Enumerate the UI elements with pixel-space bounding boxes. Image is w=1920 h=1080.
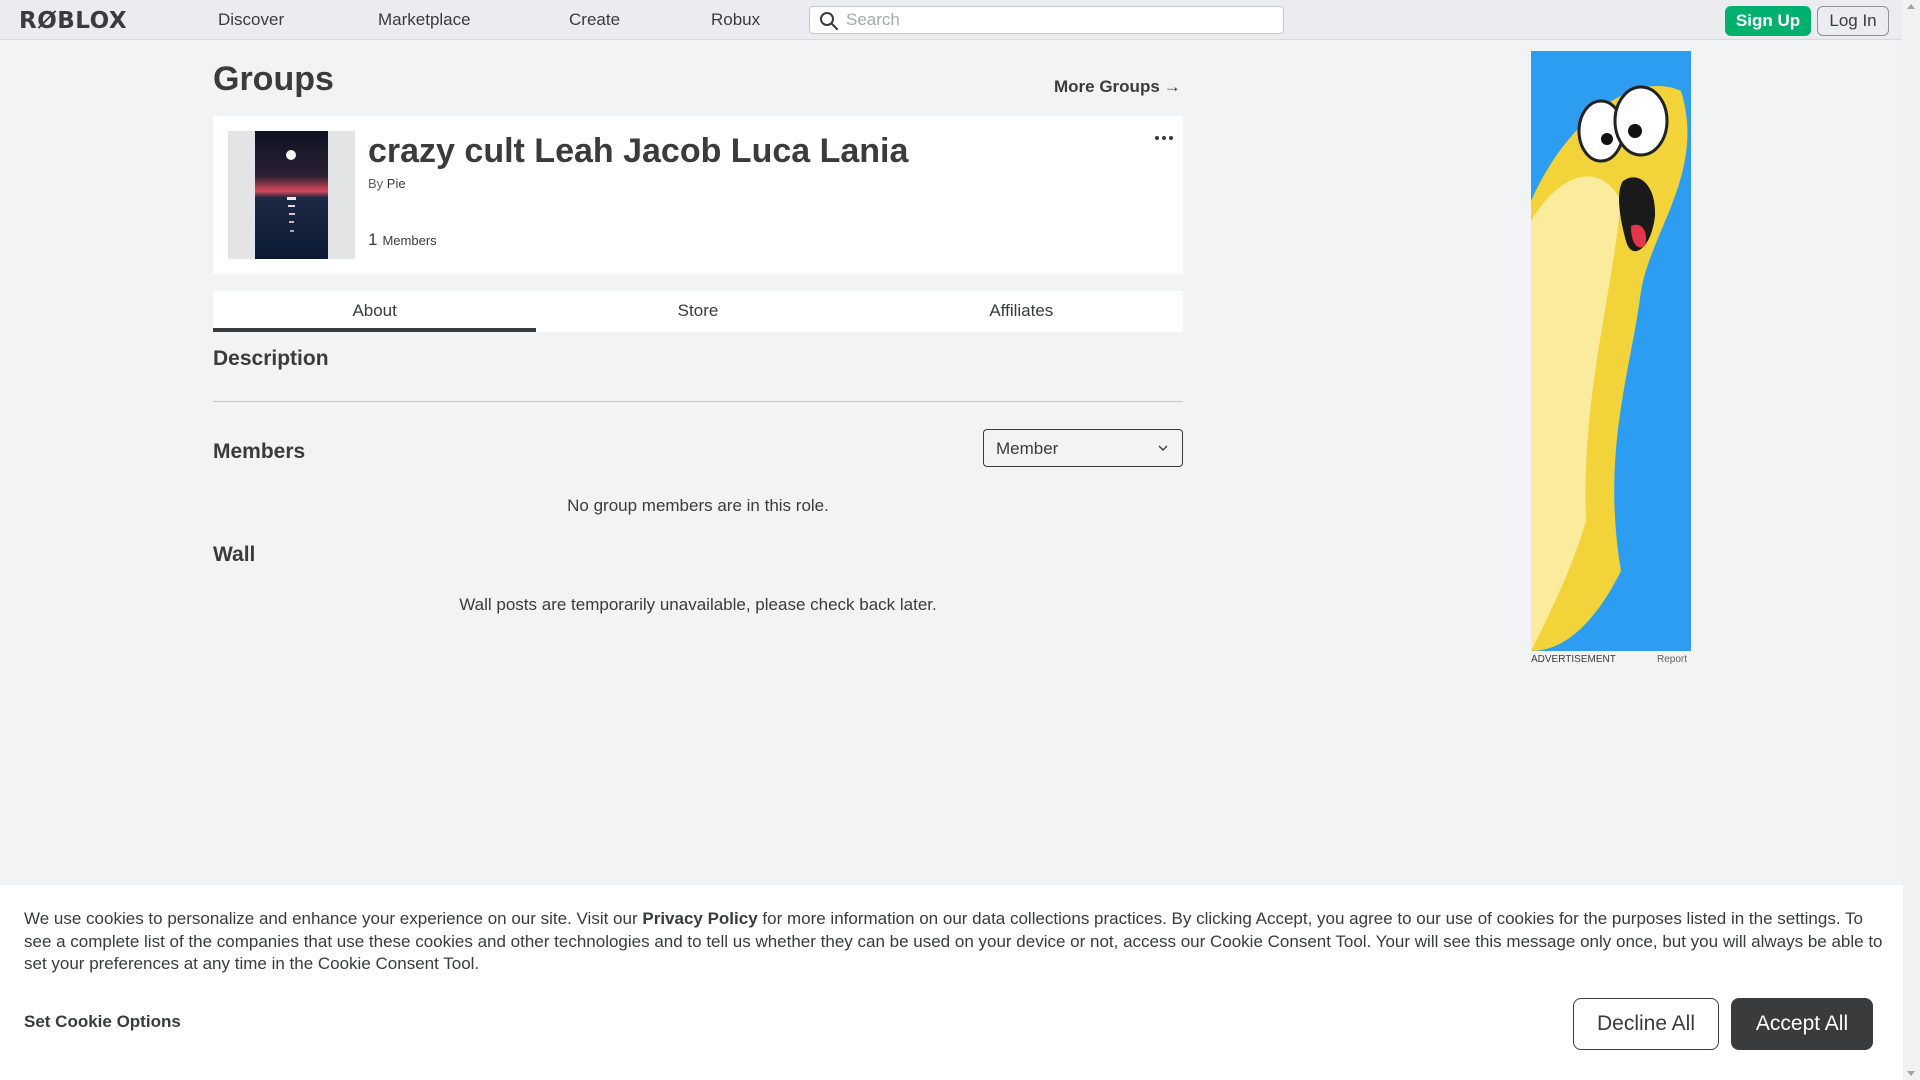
wall-unavailable-message: Wall posts are temporarily unavailable, …	[459, 595, 937, 614]
group-tabs: About Store Affiliates	[213, 291, 1183, 332]
description-heading: Description	[213, 347, 329, 370]
cookie-text-intro: We use cookies to personalize and enhanc…	[24, 909, 643, 928]
role-select-value: Member	[996, 439, 1059, 458]
search-box[interactable]	[809, 6, 1284, 34]
advertisement-caption: ADVERTISEMENT	[1531, 654, 1616, 665]
group-emblem-image	[255, 131, 328, 259]
group-member-count: 1 Members	[368, 230, 437, 250]
page-title: Groups	[213, 60, 334, 98]
ad-report-link[interactable]: Report	[1657, 654, 1687, 665]
accept-all-button[interactable]: Accept All	[1731, 998, 1873, 1050]
group-owner: By Pie	[368, 176, 406, 191]
more-groups-label: More Groups	[1054, 77, 1160, 96]
decline-all-button[interactable]: Decline All	[1573, 998, 1719, 1050]
arrow-right-icon: →	[1163, 77, 1181, 96]
cookie-message: We use cookies to personalize and enhanc…	[24, 908, 1886, 976]
nav-link-marketplace[interactable]: Marketplace	[378, 10, 471, 30]
tab-affiliates[interactable]: Affiliates	[860, 291, 1183, 332]
top-nav-bar: RØBLOX Discover Marketplace Create Robux…	[0, 0, 1902, 40]
roblox-logo[interactable]: RØBLOX	[19, 8, 127, 34]
set-cookie-options-link[interactable]: Set Cookie Options	[24, 1012, 181, 1032]
search-icon	[820, 12, 838, 30]
members-label: Members	[382, 233, 437, 248]
member-count-value: 1	[368, 230, 378, 249]
more-groups-link[interactable]: More Groups →	[1054, 77, 1181, 97]
scroll-down-arrow-icon[interactable]	[1907, 1071, 1915, 1076]
by-label: By	[368, 176, 384, 191]
page-scrollbar[interactable]	[1903, 0, 1920, 1080]
tab-about[interactable]: About	[213, 291, 537, 332]
chevron-down-icon	[1158, 445, 1168, 451]
sign-up-button[interactable]: Sign Up	[1725, 6, 1811, 36]
role-select-dropdown[interactable]: Member	[983, 429, 1183, 467]
ad-artwork	[1531, 51, 1691, 651]
privacy-policy-link[interactable]: Privacy Policy	[642, 909, 757, 928]
tab-store[interactable]: Store	[536, 291, 859, 332]
ellipsis-icon[interactable]	[1152, 132, 1176, 144]
wall-heading: Wall	[213, 543, 256, 566]
group-emblem-frame	[228, 131, 355, 259]
cookie-consent-banner: We use cookies to personalize and enhanc…	[0, 885, 1903, 1080]
nav-link-discover[interactable]: Discover	[218, 10, 284, 30]
group-header-card: crazy cult Leah Jacob Luca Lania By Pie …	[213, 116, 1183, 274]
section-divider	[213, 401, 1183, 402]
search-input[interactable]	[844, 7, 1274, 33]
members-heading: Members	[213, 440, 306, 463]
members-empty-message: No group members are in this role.	[567, 496, 829, 515]
nav-link-create[interactable]: Create	[569, 10, 620, 30]
log-in-button[interactable]: Log In	[1817, 6, 1889, 36]
owner-name-link[interactable]: Pie	[387, 176, 406, 191]
scroll-up-arrow-icon[interactable]	[1907, 4, 1915, 9]
advertisement-banner[interactable]	[1531, 51, 1691, 651]
nav-link-robux[interactable]: Robux	[711, 10, 760, 30]
group-name: crazy cult Leah Jacob Luca Lania	[368, 132, 909, 170]
